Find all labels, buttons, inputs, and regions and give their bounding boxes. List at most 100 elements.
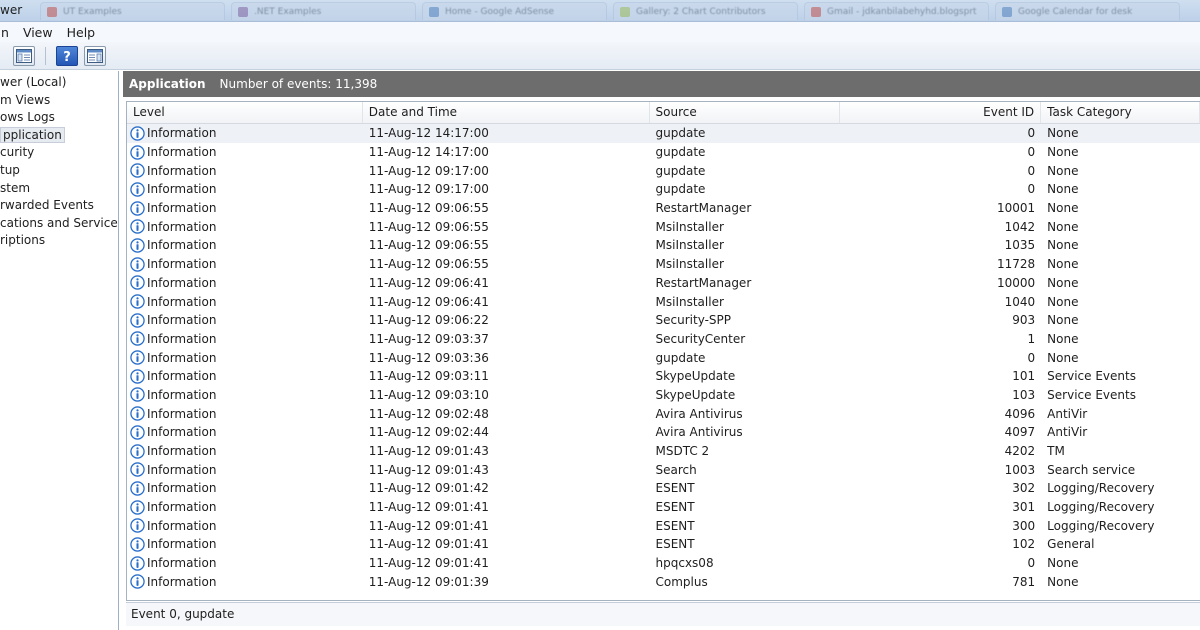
help-button[interactable]: ?	[56, 45, 78, 66]
log-name: Application	[129, 77, 206, 91]
event-row[interactable]: Information 11-Aug-12 09:01:41 ESENT 301 Log…	[127, 498, 1200, 517]
event-row[interactable]: Information 11-Aug-12 09:01:39 Complus 781 N…	[127, 573, 1200, 592]
information-icon	[130, 294, 145, 309]
task-category-cell: None	[1047, 313, 1079, 328]
menu-item[interactable]: n	[0, 25, 16, 40]
tree-item[interactable]: riptions	[0, 232, 118, 250]
information-icon	[130, 219, 145, 234]
tree-item[interactable]: pplication	[0, 126, 118, 145]
event-row[interactable]: Information 11-Aug-12 09:02:48 Avira Antiv…	[127, 404, 1200, 423]
column-header-level[interactable]: Level	[127, 102, 363, 123]
tree-item[interactable]: rwarded Events	[0, 197, 118, 215]
source-cell: Avira Antivirus	[655, 425, 743, 440]
date-time-cell: 11-Aug-12 09:17:00	[368, 163, 489, 178]
column-header-source[interactable]: Source	[650, 102, 841, 123]
event-row[interactable]: Information 11-Aug-12 09:01:43 MSDTC 2 4202…	[127, 442, 1200, 461]
event-row[interactable]: Information 11-Aug-12 09:03:37 SecurityCen…	[127, 330, 1200, 349]
tree-item[interactable]: tup	[0, 162, 118, 180]
column-header-task-category[interactable]: Task Category	[1041, 102, 1200, 123]
information-icon	[130, 499, 145, 515]
level-cell: Information	[127, 574, 363, 590]
browser-tab-label: .NET Examples	[254, 6, 322, 17]
menu-bar: n View Help	[0, 22, 1200, 42]
level-cell: Information	[127, 481, 363, 496]
menu-item[interactable]: View	[16, 25, 60, 40]
event-row[interactable]: Information 11-Aug-12 09:06:55 MsiInstalle…	[127, 236, 1200, 255]
tree-item[interactable]: stem	[0, 180, 118, 198]
event-row[interactable]: Information 11-Aug-12 09:17:00 gupdate 0 Non…	[127, 180, 1200, 199]
level-cell: Information	[127, 331, 363, 347]
task-category-cell: AntiVir	[1047, 425, 1088, 440]
level-cell: Information	[127, 555, 363, 571]
task-category-cell: None	[1047, 219, 1079, 234]
event-id-cell: 11728	[996, 257, 1036, 272]
event-row[interactable]: Information 11-Aug-12 09:01:41 hpqcxs08 0 No…	[127, 554, 1200, 573]
events-grid: Level Date and Time Source Event ID Task…	[126, 101, 1200, 601]
event-row[interactable]: Information 11-Aug-12 09:01:41 ESENT 102 Gen…	[127, 535, 1200, 554]
favicon-icon	[238, 6, 248, 17]
information-icon	[130, 406, 145, 421]
tree-item-label: m Views	[0, 92, 51, 107]
source-cell: Search	[655, 462, 697, 477]
event-row[interactable]: Information 11-Aug-12 14:17:00 gupdate 0 Non…	[127, 143, 1200, 162]
level-cell: Information	[127, 238, 363, 253]
task-category-cell: Search service	[1047, 462, 1136, 477]
tree-item[interactable]: wer (Local)	[0, 74, 118, 92]
browser-tab[interactable]: Home - Google AdSense	[422, 2, 607, 20]
event-row[interactable]: Information 11-Aug-12 09:06:55 RestartMana…	[127, 199, 1200, 218]
event-row[interactable]: Information 11-Aug-12 09:01:41 ESENT 300 Log…	[127, 516, 1200, 535]
column-header-event-id[interactable]: Event ID	[840, 102, 1042, 123]
tree-item-label: wer (Local)	[0, 75, 67, 89]
tree-item[interactable]: cations and Services Lo	[0, 215, 118, 233]
information-icon	[130, 425, 145, 440]
event-id-cell: 781	[1012, 574, 1036, 589]
source-cell: ESENT	[655, 481, 695, 496]
source-cell: gupdate	[655, 145, 706, 160]
grid-header: Level Date and Time Source Event ID Task…	[127, 102, 1200, 124]
source-cell: RestartManager	[655, 275, 752, 290]
level-text: Information	[147, 444, 217, 459]
level-text: Information	[147, 182, 217, 197]
browser-tab[interactable]: Google Calendar for desk	[995, 2, 1180, 20]
event-row[interactable]: Information 11-Aug-12 09:06:55 MsiInstalle…	[127, 255, 1200, 274]
level-text: Information	[147, 574, 217, 589]
browser-tab[interactable]: UT Examples	[40, 2, 225, 20]
toolbar-separator	[45, 46, 46, 65]
source-cell: gupdate	[655, 126, 706, 141]
event-row[interactable]: Information 11-Aug-12 09:03:11 SkypeUpdate…	[127, 367, 1200, 386]
column-header-date-time[interactable]: Date and Time	[363, 102, 650, 123]
tree-item[interactable]: m Views	[0, 92, 118, 110]
event-row[interactable]: Information 11-Aug-12 09:06:22 Security-SP…	[127, 311, 1200, 330]
event-row[interactable]: Information 11-Aug-12 09:06:41 MsiInstalle…	[127, 292, 1200, 311]
event-row[interactable]: Information 11-Aug-12 09:01:42 ESENT 302 Log…	[127, 479, 1200, 498]
date-time-cell: 11-Aug-12 09:06:22	[368, 313, 489, 328]
event-row[interactable]: Information 11-Aug-12 09:03:10 SkypeUpdate…	[127, 386, 1200, 405]
event-row[interactable]: Information 11-Aug-12 09:02:44 Avira Antiv…	[127, 423, 1200, 442]
tree-item[interactable]: ows Logs	[0, 109, 118, 127]
event-id-cell: 301	[1012, 500, 1036, 515]
event-row[interactable]: Information 11-Aug-12 09:03:36 gupdate 0 Non…	[127, 348, 1200, 367]
event-row[interactable]: Information 11-Aug-12 14:17:00 gupdate 0 Non…	[127, 124, 1200, 143]
browser-tab[interactable]: Gmail - jdkanbilabehyhd.blogsprt	[804, 2, 989, 20]
tree-item-label: pplication	[0, 126, 65, 143]
source-cell: gupdate	[655, 182, 706, 197]
console-tree: wer (Local) m Views ows Logs pplication curi…	[0, 71, 119, 630]
show-action-pane-button[interactable]	[84, 45, 106, 66]
date-time-cell: 11-Aug-12 09:06:55	[368, 257, 489, 272]
tree-item[interactable]: curity	[0, 144, 118, 162]
event-row[interactable]: Information 11-Aug-12 09:06:41 RestartMana…	[127, 274, 1200, 293]
level-text: Information	[147, 163, 217, 178]
event-id-cell: 101	[1012, 369, 1036, 384]
browser-tab-label: Home - Google AdSense	[445, 6, 555, 17]
browser-tab[interactable]: .NET Examples	[231, 2, 416, 20]
browser-tab[interactable]: Gallery: 2 Chart Contributors	[613, 2, 798, 20]
date-time-cell: 11-Aug-12 09:01:42	[368, 481, 489, 496]
level-text: Information	[147, 350, 217, 365]
level-cell: Information	[127, 518, 363, 533]
event-row[interactable]: Information 11-Aug-12 09:06:55 MsiInstalle…	[127, 217, 1200, 236]
event-row[interactable]: Information 11-Aug-12 09:17:00 gupdate 0 Non…	[127, 161, 1200, 180]
task-category-cell: None	[1047, 275, 1079, 290]
show-console-tree-button[interactable]	[13, 45, 35, 66]
menu-item[interactable]: Help	[60, 25, 103, 40]
event-row[interactable]: Information 11-Aug-12 09:01:43 Search 1003 S…	[127, 460, 1200, 479]
